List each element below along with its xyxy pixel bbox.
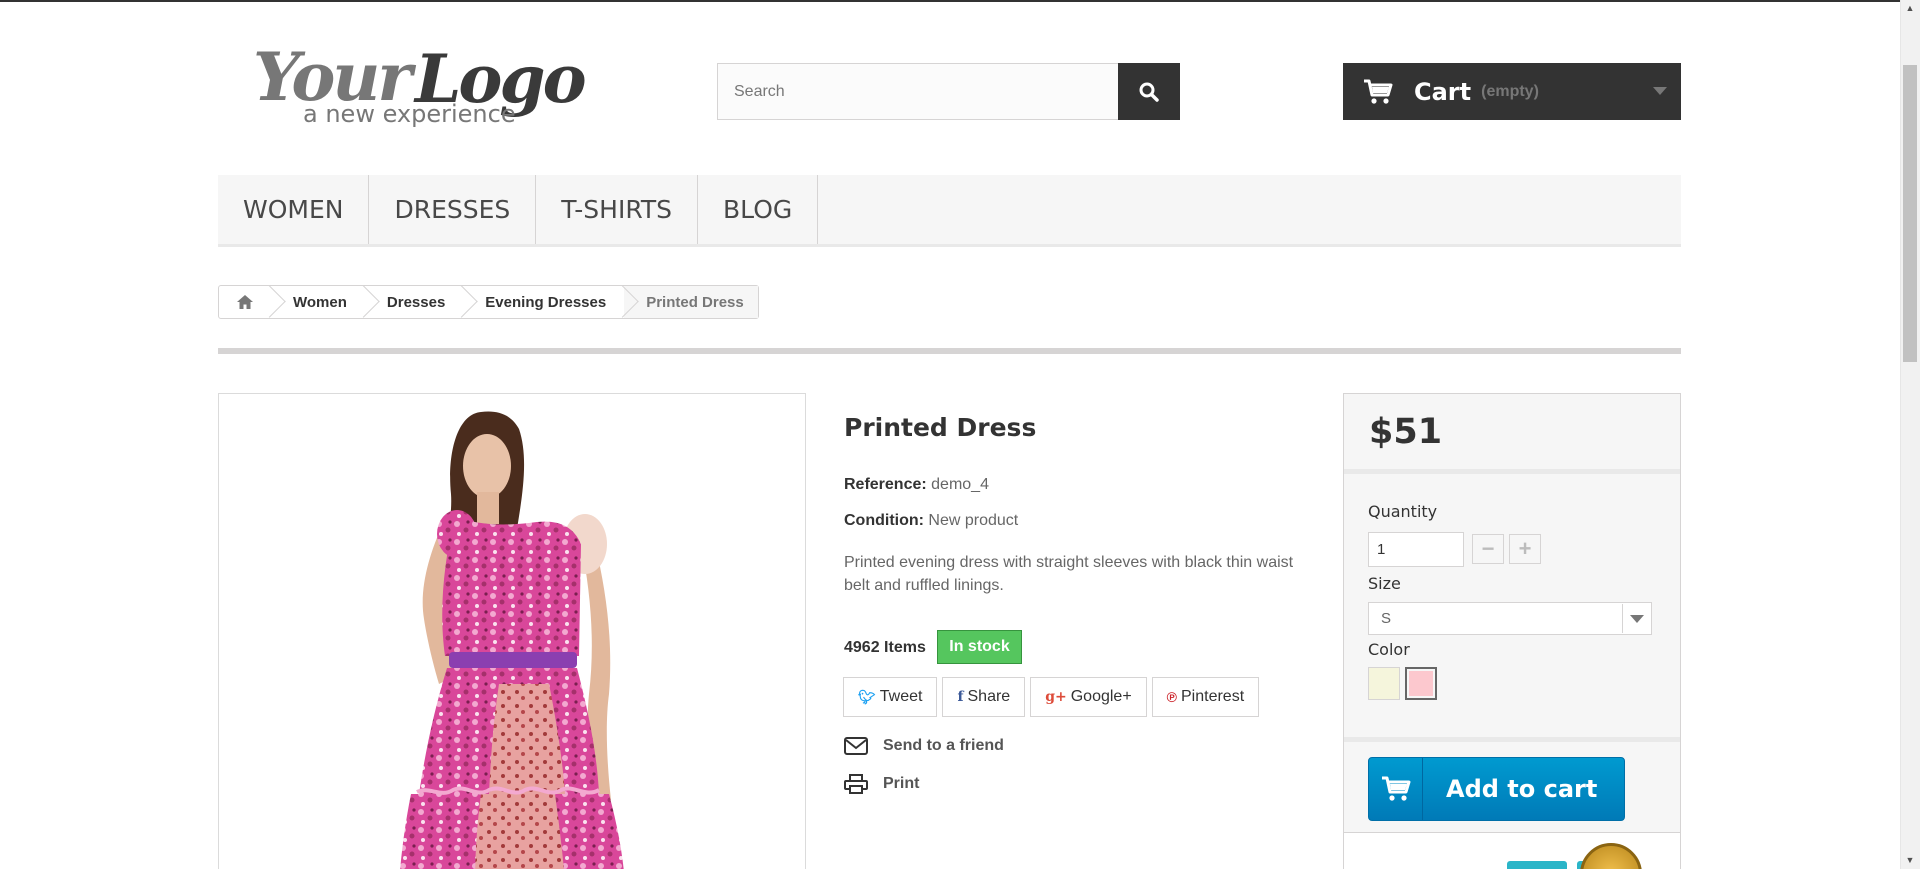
product-description: Printed evening dress with straight slee… — [844, 554, 1294, 594]
menu-item-blog[interactable]: Blog — [698, 175, 819, 244]
cart-status: (empty) — [1481, 82, 1539, 100]
size-select[interactable]: S — [1368, 602, 1652, 635]
price-area: $51 — [1344, 394, 1680, 474]
share-label: Share — [967, 688, 1011, 705]
buy-box: $51 Quantity − + Size S Color Add to car… — [1343, 393, 1681, 869]
quantity-input[interactable] — [1368, 532, 1464, 567]
quantity-decrease-button[interactable]: − — [1472, 534, 1504, 564]
pinterest-label: Pinterest — [1181, 688, 1245, 705]
google-plus-button[interactable]: g+ Google+ — [1030, 677, 1147, 717]
reference-row: Reference: demo_4 — [844, 476, 989, 494]
vertical-scrollbar[interactable] — [1900, 0, 1920, 869]
condition-row: Condition: New product — [844, 512, 1018, 530]
color-swatch-beige-fill — [1369, 668, 1399, 699]
reference-value: demo_4 — [931, 476, 989, 493]
breadcrumb-current: Printed Dress — [624, 286, 758, 318]
chevron-down-icon — [1653, 87, 1667, 95]
color-swatch-beige[interactable] — [1368, 667, 1400, 700]
printer-icon — [844, 774, 868, 794]
page-divider — [218, 348, 1681, 354]
logo-tagline: a new experience — [303, 100, 516, 128]
color-swatch-pink-fill — [1409, 671, 1433, 696]
facebook-icon: f — [957, 689, 964, 705]
menu-item-women[interactable]: Women — [218, 175, 370, 244]
buy-box-footer — [1344, 832, 1680, 869]
condition-label: Condition: — [844, 512, 924, 529]
search-icon — [1139, 82, 1159, 102]
social-sharing: 🐦︎ Tweet f Share g+ Google+ ℗ Pinterest — [843, 677, 1260, 717]
main-menu: Women Dresses T-shirts Blog — [218, 175, 1681, 247]
print-label: Print — [883, 775, 920, 792]
top-border — [0, 0, 1900, 2]
google-plus-label: Google+ — [1070, 688, 1132, 705]
shopping-cart-icon — [1369, 758, 1423, 820]
size-label: Size — [1368, 574, 1401, 593]
add-to-cart-button[interactable]: Add to cart — [1368, 757, 1625, 821]
tweet-label: Tweet — [879, 688, 923, 705]
envelope-icon — [844, 737, 868, 755]
quantity-available: 4962 Items — [844, 639, 926, 656]
send-to-friend-label: Send to a friend — [883, 737, 1004, 754]
color-swatch-pink[interactable] — [1405, 667, 1437, 700]
breadcrumb-evening-dresses[interactable]: Evening Dresses — [463, 286, 624, 318]
print-link[interactable]: Print — [844, 774, 919, 794]
site-logo[interactable]: Your Logo a new experience — [245, 30, 605, 135]
twitter-icon: 🐦︎ — [858, 688, 876, 705]
scroll-down-arrow-icon[interactable]: ▼ — [1900, 852, 1920, 869]
scroll-up-arrow-icon[interactable]: ▲ — [1900, 0, 1920, 17]
product-image[interactable] — [218, 393, 806, 869]
quantity-increase-button[interactable]: + — [1509, 534, 1541, 564]
buy-box-separator — [1344, 737, 1680, 742]
product-price: $51 — [1369, 412, 1443, 452]
plus-icon: + — [1518, 536, 1532, 561]
search-input[interactable] — [717, 63, 1119, 120]
menu-item-dresses[interactable]: Dresses — [369, 175, 537, 244]
badge-seal-icon — [1580, 843, 1642, 869]
minus-icon: − — [1481, 536, 1495, 561]
google-plus-icon: g+ — [1045, 689, 1067, 705]
footer-button[interactable] — [1507, 861, 1567, 869]
chevron-down-icon — [1622, 604, 1650, 633]
product-title: Printed Dress — [844, 413, 1037, 442]
send-to-friend-link[interactable]: Send to a friend — [844, 737, 1004, 755]
pinterest-icon: ℗ — [1166, 689, 1177, 705]
facebook-share-button[interactable]: f Share — [942, 677, 1026, 717]
home-icon — [237, 295, 253, 309]
quantity-label: Quantity — [1368, 502, 1438, 521]
tweet-button[interactable]: 🐦︎ Tweet — [843, 677, 938, 717]
pinterest-button[interactable]: ℗ Pinterest — [1151, 677, 1260, 717]
cart-label: Cart — [1414, 77, 1472, 106]
menu-item-tshirts[interactable]: T-shirts — [536, 175, 699, 244]
scrollbar-thumb[interactable] — [1903, 65, 1917, 362]
cart-dropdown[interactable]: Cart (empty) — [1343, 63, 1681, 120]
add-to-cart-label: Add to cart — [1446, 775, 1598, 803]
shopping-cart-icon — [1364, 79, 1393, 104]
search-button[interactable] — [1118, 63, 1180, 120]
stock-badge: In stock — [937, 630, 1022, 664]
color-label: Color — [1368, 640, 1410, 659]
search-form — [717, 63, 1180, 120]
size-value: S — [1381, 610, 1392, 627]
breadcrumb: Women Dresses Evening Dresses Printed Dr… — [218, 285, 759, 319]
reference-label: Reference: — [844, 476, 927, 493]
condition-value: New product — [928, 512, 1019, 529]
